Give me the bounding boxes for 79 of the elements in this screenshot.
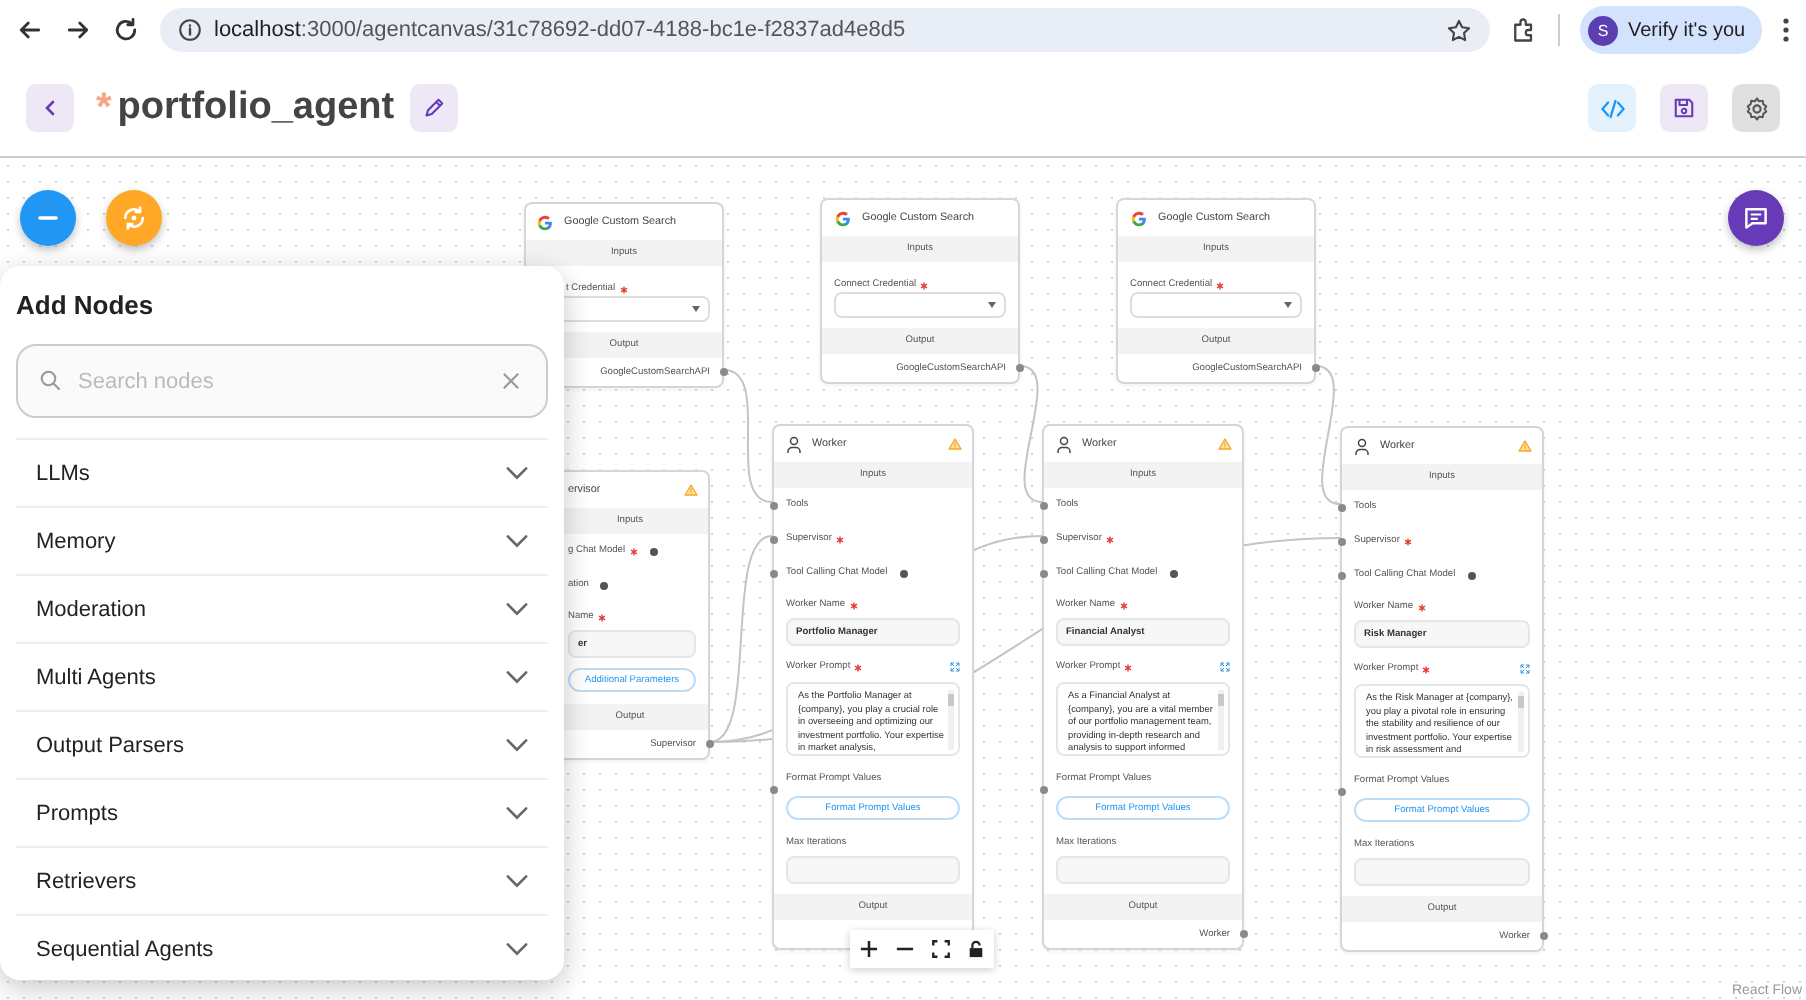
handle[interactable] xyxy=(769,786,777,794)
fit-view-button[interactable] xyxy=(932,940,951,958)
handle[interactable] xyxy=(1239,930,1247,938)
search-icon xyxy=(38,368,62,392)
caret-down-icon xyxy=(692,306,700,312)
handle[interactable] xyxy=(1311,364,1319,372)
connector-line xyxy=(1019,365,1043,503)
expand-icon[interactable] xyxy=(1220,662,1230,672)
node-card[interactable] xyxy=(772,424,974,950)
caret-down-icon xyxy=(1284,302,1292,308)
person-icon xyxy=(1056,435,1072,453)
code-icon xyxy=(1599,95,1625,121)
reload-icon[interactable] xyxy=(112,16,140,44)
input-field[interactable] xyxy=(786,856,960,884)
connector-line xyxy=(723,369,773,503)
handle[interactable] xyxy=(1337,537,1345,545)
url-text: localhost:3000/agentcanvas/31c78692-dd07-4188-bc1e-f2837ad4e8d5 xyxy=(214,18,908,42)
pencil-icon xyxy=(422,96,447,120)
person-icon xyxy=(786,435,802,453)
handle[interactable] xyxy=(769,535,777,543)
info-icon[interactable] xyxy=(178,18,202,42)
chat-button[interactable] xyxy=(1728,190,1784,246)
dropdown-field[interactable] xyxy=(834,292,1006,318)
star-icon[interactable] xyxy=(1446,17,1472,43)
save-icon xyxy=(1672,96,1696,120)
dropdown-field[interactable] xyxy=(1130,292,1302,318)
input-field[interactable] xyxy=(1354,858,1530,886)
avatar: S xyxy=(1588,15,1618,45)
code-button[interactable] xyxy=(1588,84,1636,132)
lock-button[interactable] xyxy=(968,940,985,958)
back-arrow-icon[interactable] xyxy=(16,16,44,44)
flow-title: portfolio_agent xyxy=(117,86,395,130)
handle[interactable] xyxy=(1039,501,1047,509)
handle[interactable] xyxy=(1039,535,1047,543)
handle[interactable] xyxy=(1337,503,1345,511)
node-card[interactable] xyxy=(1340,426,1544,952)
lock-icon xyxy=(968,940,985,958)
handle[interactable] xyxy=(705,740,713,748)
g-logo-icon xyxy=(834,209,852,227)
handle[interactable] xyxy=(719,368,727,376)
edit-button[interactable] xyxy=(410,84,459,132)
handle[interactable] xyxy=(769,501,777,509)
handle[interactable] xyxy=(1039,569,1047,577)
unsaved-mark: * xyxy=(96,85,112,131)
more-menu-icon[interactable] xyxy=(1781,16,1790,44)
profile-button[interactable]: S Verify it's you xyxy=(1580,6,1762,54)
expand-icon[interactable] xyxy=(1520,664,1530,674)
plus-icon xyxy=(859,940,878,958)
expand-icon[interactable] xyxy=(950,662,960,672)
chevron-left-icon xyxy=(40,98,60,118)
g-logo-icon xyxy=(536,213,554,231)
sync-button[interactable] xyxy=(106,190,162,246)
handle[interactable] xyxy=(1539,932,1547,940)
panel-title: Add Nodes xyxy=(16,290,156,320)
settings-button[interactable] xyxy=(1732,84,1780,132)
person-icon xyxy=(1354,437,1370,455)
save-button[interactable] xyxy=(1660,84,1708,132)
forward-arrow-icon[interactable] xyxy=(64,16,92,44)
caret-down-icon xyxy=(988,302,996,308)
search-field[interactable]: Search nodes xyxy=(16,344,548,418)
handle[interactable] xyxy=(769,569,777,577)
close-icon[interactable] xyxy=(502,372,520,390)
handle[interactable] xyxy=(1039,786,1047,794)
zoom-in-button[interactable] xyxy=(859,940,878,958)
handle[interactable] xyxy=(1337,571,1345,579)
chat-icon xyxy=(1742,204,1770,232)
sync-icon xyxy=(120,204,148,232)
connector-line xyxy=(1315,365,1341,505)
collapse-button[interactable] xyxy=(20,190,76,246)
input-field[interactable] xyxy=(1056,856,1230,884)
g-logo-icon xyxy=(1130,209,1148,227)
fit-view-icon xyxy=(932,940,951,958)
handle[interactable] xyxy=(1337,788,1345,796)
node-card[interactable] xyxy=(1042,424,1244,950)
handle[interactable] xyxy=(1015,364,1023,372)
back-button[interactable] xyxy=(26,84,74,132)
settings-icon xyxy=(1743,95,1769,121)
puzzle-icon[interactable] xyxy=(1510,16,1538,44)
address-bar[interactable]: localhost:3000/agentcanvas/31c78692-dd07-4188-bc1e-f2837ad4e8d5 xyxy=(160,8,1490,52)
